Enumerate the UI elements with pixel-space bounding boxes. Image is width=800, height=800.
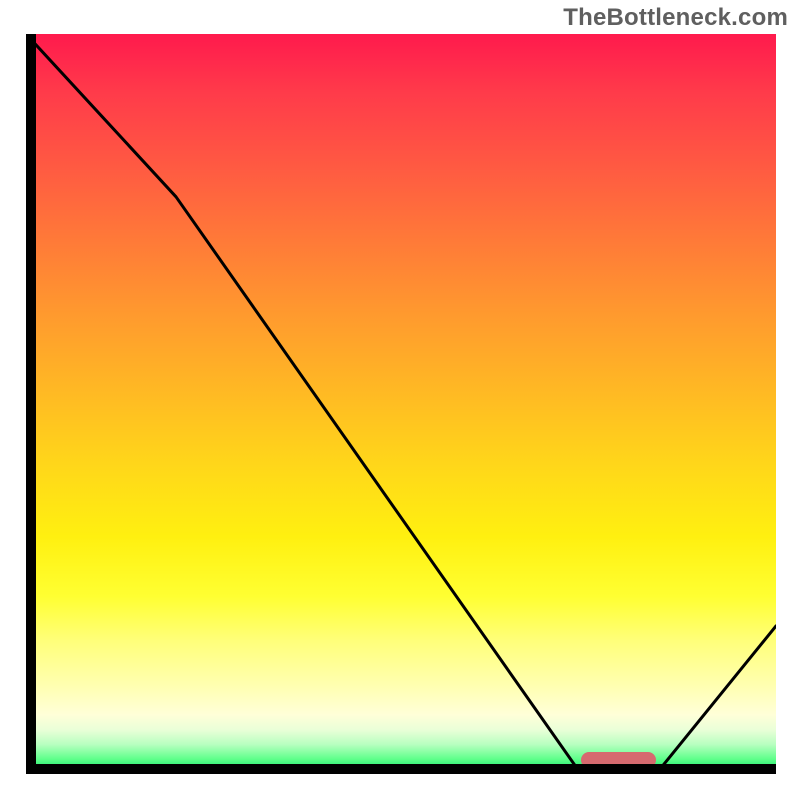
- bottleneck-curve: [26, 34, 776, 774]
- chart-container: TheBottleneck.com: [0, 0, 800, 800]
- watermark-text: TheBottleneck.com: [563, 4, 788, 32]
- minimum-region-bar: [581, 752, 656, 768]
